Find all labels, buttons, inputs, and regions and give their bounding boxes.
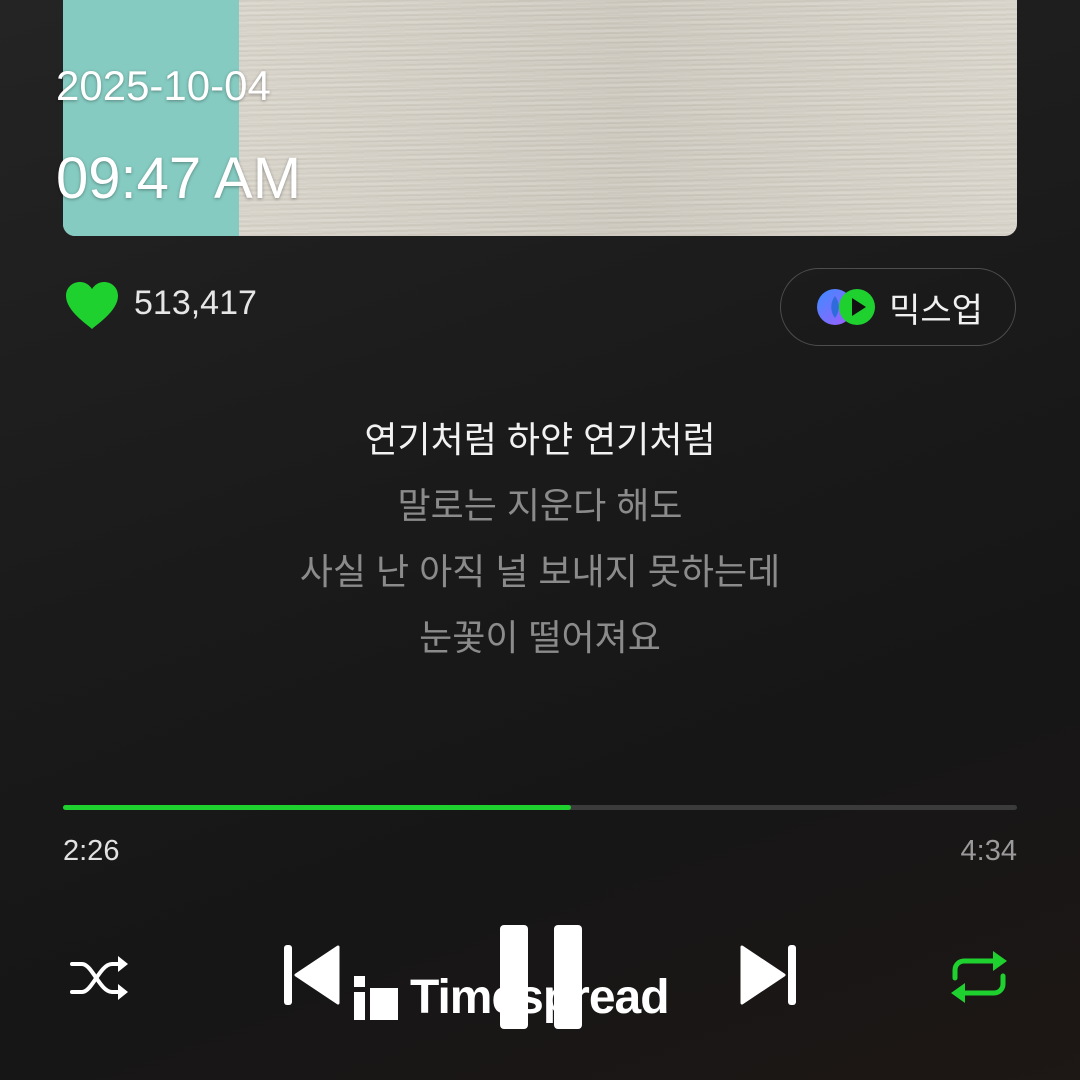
skip-next-icon[interactable] <box>740 943 796 1007</box>
lyric-line[interactable]: 사실 난 아직 널 보내지 못하는데 <box>0 550 1080 594</box>
progress-fill <box>63 805 572 810</box>
mixup-label: 믹스업 <box>889 291 983 330</box>
timespread-logo-icon <box>354 976 398 1020</box>
progress-bar[interactable] <box>63 805 1017 810</box>
mixup-icon <box>817 289 876 325</box>
lyric-line[interactable]: 눈꽃이 떨어져요 <box>0 616 1080 660</box>
lyrics-panel[interactable]: 연기처럼 하얀 연기처럼 말로는 지운다 해도 사실 난 아직 널 보내지 못하… <box>0 418 1080 682</box>
total-time: 4:34 <box>960 835 1017 867</box>
heart-icon[interactable] <box>64 281 120 331</box>
watermark: Timespread <box>354 971 670 1024</box>
lyric-line-current[interactable]: 연기처럼 하얀 연기처럼 <box>0 418 1080 462</box>
overlay-date: 2025-10-04 <box>56 62 271 109</box>
like-count: 513,417 <box>134 284 257 322</box>
skip-previous-icon[interactable] <box>284 943 340 1007</box>
lyric-line[interactable]: 말로는 지운다 해도 <box>0 484 1080 528</box>
overlay-time: 09:47 AM <box>56 146 302 211</box>
mixup-button[interactable]: 믹스업 <box>780 268 1016 346</box>
album-art-texture <box>239 0 1017 236</box>
watermark-text: Timespread <box>410 971 670 1024</box>
shuffle-icon[interactable] <box>68 952 130 1004</box>
repeat-icon[interactable] <box>947 948 1011 1006</box>
elapsed-time: 2:26 <box>63 835 120 867</box>
